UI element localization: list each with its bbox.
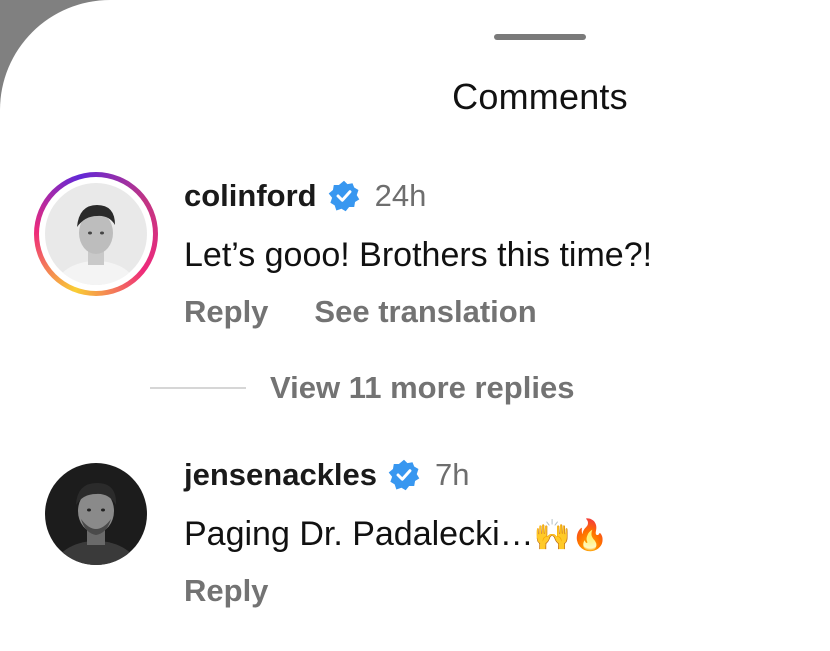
view-more-replies-label[interactable]: View 11 more replies xyxy=(270,370,574,406)
drag-handle[interactable] xyxy=(494,34,586,40)
view-more-replies[interactable]: View 11 more replies xyxy=(150,370,574,406)
see-translation-button[interactable]: See translation xyxy=(314,294,536,330)
avatar[interactable] xyxy=(45,463,147,565)
verified-badge-icon xyxy=(388,459,420,491)
sheet-title: Comments xyxy=(452,76,628,117)
comment-timestamp: 7h xyxy=(435,457,470,492)
story-ring[interactable] xyxy=(34,172,158,296)
comments-sheet: Comments colinford 24h Let’s gooo! Broth… xyxy=(0,0,830,651)
emoji-raised-hands-fire: 🙌🔥 xyxy=(533,518,609,553)
reply-button[interactable]: Reply xyxy=(184,573,268,609)
verified-badge-icon xyxy=(328,180,359,212)
comment-text: Let’s gooo! Brothers this time?! xyxy=(184,236,653,274)
avatar[interactable] xyxy=(45,183,147,285)
comment-text: Paging Dr. Padalecki…🙌🔥 xyxy=(184,515,609,553)
replies-divider xyxy=(150,387,246,389)
comment-timestamp: 24h xyxy=(374,178,427,213)
comment-username[interactable]: jensenackles xyxy=(184,457,377,493)
reply-button[interactable]: Reply xyxy=(184,294,268,330)
comment-username[interactable]: colinford xyxy=(184,178,317,214)
